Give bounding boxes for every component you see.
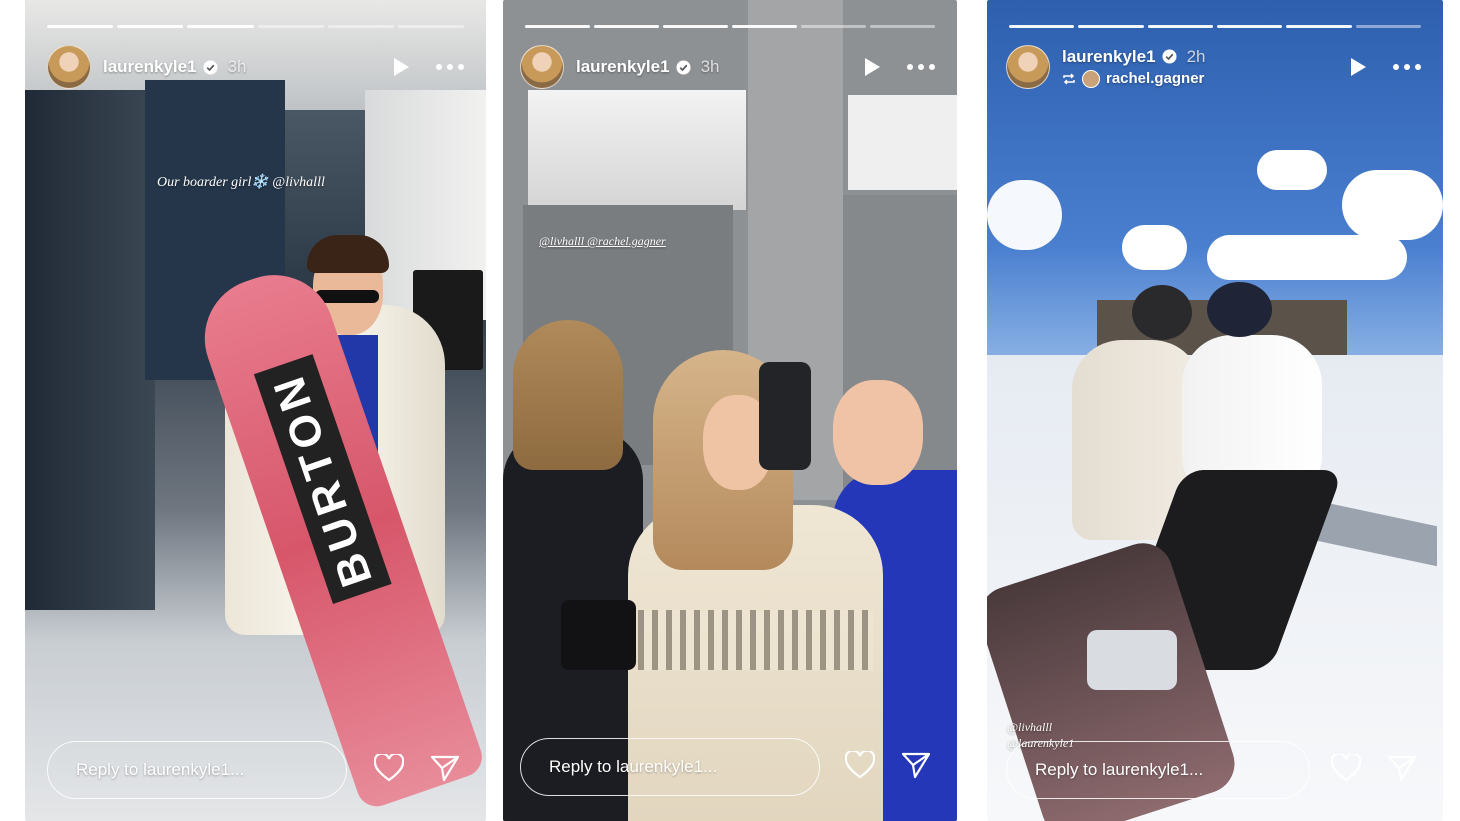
sweater-pattern bbox=[638, 610, 873, 670]
heart-icon[interactable] bbox=[373, 751, 405, 787]
verified-icon bbox=[203, 59, 218, 75]
story-2[interactable]: laurenkyle1 3h @livhalll @rachel.gagner … bbox=[503, 0, 957, 821]
send-icon[interactable] bbox=[430, 754, 460, 787]
reply-input[interactable]: Reply to laurenkyle1... bbox=[520, 738, 820, 796]
meta: laurenkyle1 2h rachel.gagner bbox=[1062, 47, 1205, 88]
story-1[interactable]: BURTON laurenkyle1 3h Our boarder girl❄️… bbox=[25, 0, 486, 821]
sunglasses bbox=[315, 290, 379, 303]
reply-input[interactable]: Reply to laurenkyle1... bbox=[1006, 741, 1310, 799]
progress-seg bbox=[870, 25, 935, 28]
story-2-header: laurenkyle1 3h bbox=[520, 44, 935, 90]
meta: laurenkyle1 3h bbox=[103, 57, 246, 77]
repost-username[interactable]: rachel.gagner bbox=[1106, 70, 1204, 87]
timestamp: 3h bbox=[700, 57, 720, 76]
progress-seg bbox=[257, 25, 324, 28]
more-icon[interactable] bbox=[1393, 64, 1421, 70]
phone bbox=[759, 362, 811, 470]
progress-seg bbox=[1286, 25, 1352, 28]
helmet-left bbox=[1132, 285, 1192, 340]
more-icon[interactable] bbox=[436, 64, 464, 70]
progress-seg bbox=[732, 25, 797, 28]
reply-input[interactable]: Reply to laurenkyle1... bbox=[47, 741, 347, 799]
play-icon[interactable] bbox=[392, 57, 410, 77]
heart-icon[interactable] bbox=[1330, 751, 1362, 787]
controls bbox=[863, 57, 935, 77]
reply-actions bbox=[844, 748, 935, 784]
cloud bbox=[1122, 225, 1187, 270]
person-hair bbox=[307, 235, 389, 273]
heart-icon[interactable] bbox=[844, 748, 876, 784]
reply-actions bbox=[1330, 751, 1421, 787]
reply-bar: Reply to laurenkyle1... bbox=[1006, 741, 1421, 799]
story-3[interactable]: laurenkyle1 2h rachel.gagner @livhalll @… bbox=[987, 0, 1443, 821]
controls bbox=[392, 57, 464, 77]
story-mentions: @livhalll @rachel.gagner bbox=[539, 234, 666, 248]
progress-seg bbox=[1216, 25, 1283, 28]
story-3-progress bbox=[1009, 25, 1421, 28]
story-caption: Our boarder girl❄️ @livhalll bbox=[157, 175, 325, 190]
progress-seg bbox=[187, 25, 254, 28]
person-right-face bbox=[833, 380, 923, 485]
story-3-header: laurenkyle1 2h rachel.gagner bbox=[1006, 44, 1421, 90]
reply-bar: Reply to laurenkyle1... bbox=[520, 738, 935, 796]
story-1-progress bbox=[47, 25, 465, 28]
window-right bbox=[848, 95, 957, 190]
username[interactable]: laurenkyle1 bbox=[1062, 47, 1156, 67]
story-2-photo bbox=[503, 0, 957, 821]
window-left bbox=[528, 90, 746, 210]
progress-seg bbox=[327, 25, 394, 28]
username[interactable]: laurenkyle1 bbox=[103, 57, 197, 77]
verified-icon bbox=[1162, 49, 1177, 64]
story-3-photo bbox=[987, 0, 1443, 821]
more-icon[interactable] bbox=[907, 64, 935, 70]
cloud bbox=[1207, 235, 1407, 280]
progress-seg bbox=[663, 25, 728, 28]
avatar[interactable] bbox=[1006, 45, 1050, 89]
tag-1: @livhalll bbox=[1007, 720, 1053, 734]
repost-icon bbox=[1063, 72, 1075, 85]
reply-bar: Reply to laurenkyle1... bbox=[47, 741, 464, 799]
reply-actions bbox=[373, 751, 464, 787]
progress-seg bbox=[1009, 25, 1075, 28]
progress-seg bbox=[594, 25, 659, 28]
progress-seg bbox=[801, 25, 866, 28]
timestamp: 2h bbox=[1186, 46, 1206, 66]
progress-seg bbox=[1355, 25, 1421, 28]
person-left-hair bbox=[513, 320, 623, 470]
tent-wall bbox=[25, 90, 155, 610]
helmet-right bbox=[1207, 282, 1272, 337]
handbag bbox=[561, 600, 636, 670]
cloud bbox=[1342, 170, 1443, 240]
username[interactable]: laurenkyle1 bbox=[576, 57, 670, 77]
play-icon[interactable] bbox=[863, 57, 881, 77]
controls bbox=[1349, 57, 1421, 77]
progress-seg bbox=[525, 25, 590, 28]
progress-seg bbox=[397, 25, 465, 28]
verified-icon bbox=[676, 59, 691, 75]
binding bbox=[1087, 630, 1177, 690]
meta: laurenkyle1 3h bbox=[576, 57, 719, 77]
repost-avatar bbox=[1082, 69, 1100, 88]
story-1-photo: BURTON bbox=[25, 0, 486, 821]
story-2-progress bbox=[525, 25, 935, 28]
timestamp: 3h bbox=[227, 57, 247, 76]
repost-row[interactable]: rachel.gagner bbox=[1062, 69, 1205, 88]
avatar[interactable] bbox=[47, 45, 91, 89]
send-icon[interactable] bbox=[1387, 754, 1417, 787]
play-icon[interactable] bbox=[1349, 57, 1367, 77]
cloud bbox=[1257, 150, 1327, 190]
progress-seg bbox=[1147, 25, 1213, 28]
avatar[interactable] bbox=[520, 45, 564, 89]
progress-seg bbox=[47, 25, 114, 28]
cloud bbox=[987, 180, 1062, 250]
story-1-header: laurenkyle1 3h bbox=[47, 44, 464, 90]
progress-seg bbox=[117, 25, 184, 28]
send-icon[interactable] bbox=[901, 751, 931, 784]
progress-seg bbox=[1078, 25, 1144, 28]
